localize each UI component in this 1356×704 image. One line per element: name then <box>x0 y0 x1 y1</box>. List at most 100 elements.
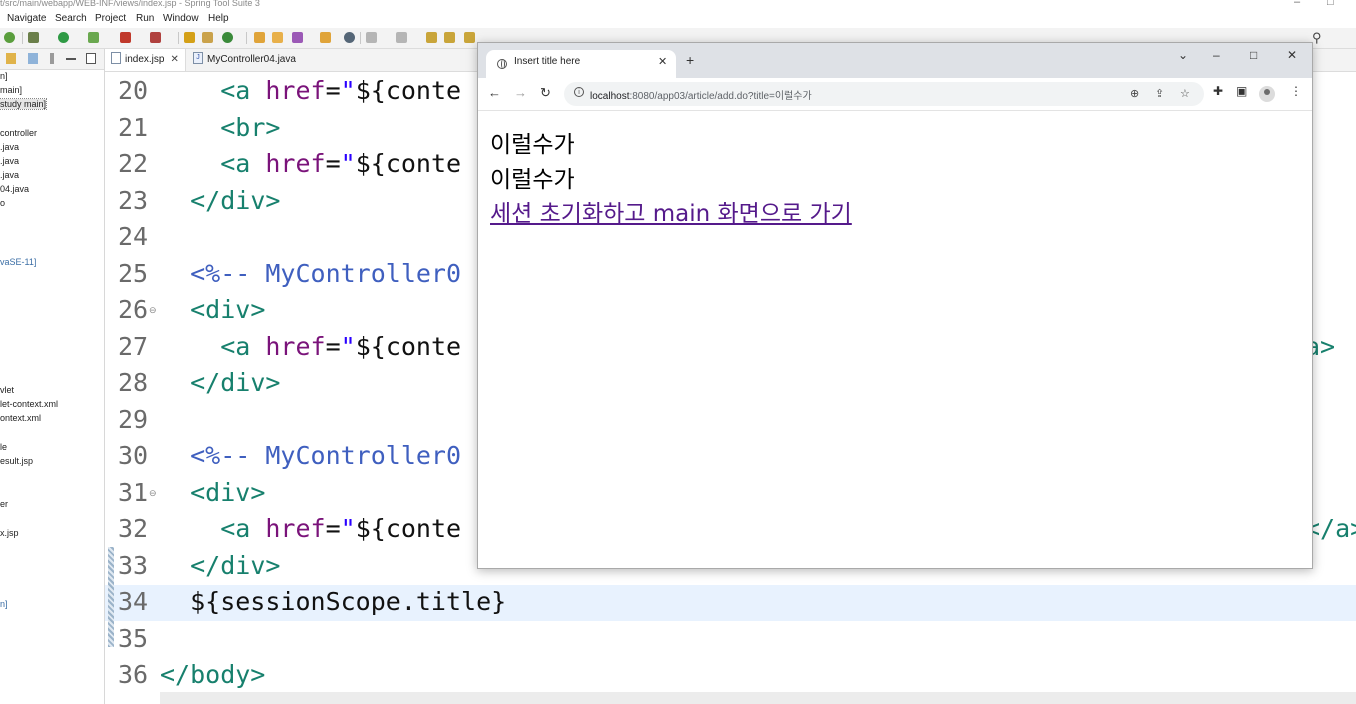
menu-window[interactable]: Window <box>163 13 199 24</box>
code-token: = <box>325 514 341 543</box>
back-history-icon[interactable] <box>426 32 437 43</box>
build-icon[interactable] <box>184 32 195 43</box>
code-line[interactable]: <%-- MyController0 <box>160 256 461 292</box>
back-arrow-icon[interactable]: ← <box>488 85 501 100</box>
view-menu-icon[interactable] <box>50 53 54 64</box>
fold-toggle-icon[interactable]: ⊖ <box>149 305 157 316</box>
profile-avatar-icon[interactable] <box>1259 86 1275 102</box>
tree-node[interactable]: o <box>0 198 5 208</box>
edit-icon[interactable] <box>292 32 303 43</box>
code-line[interactable]: </div> <box>160 183 280 219</box>
code-line[interactable]: </div> <box>160 548 280 584</box>
address-bar[interactable]: i localhost:8080/app03/article/add.do?ti… <box>564 82 1204 106</box>
forward-history-icon[interactable] <box>444 32 455 43</box>
debug-icon[interactable] <box>28 32 39 43</box>
tree-node[interactable]: esult.jsp <box>0 456 33 466</box>
menu-help[interactable]: Help <box>208 13 229 24</box>
annotation-icon[interactable] <box>366 32 377 43</box>
run-icon[interactable] <box>58 32 69 43</box>
maximize-button[interactable]: □ <box>1250 48 1257 62</box>
back-icon[interactable] <box>464 32 475 43</box>
code-line[interactable]: ${sessionScope.title} <box>160 584 506 620</box>
tree-node[interactable]: let-context.xml <box>0 399 58 409</box>
new-icon[interactable] <box>222 32 233 43</box>
tree-node[interactable]: n] <box>0 71 8 81</box>
browser-tab[interactable]: Insert title here ✕ <box>486 50 676 78</box>
next-annotation-icon[interactable] <box>396 32 407 43</box>
globe-icon[interactable] <box>344 32 355 43</box>
tree-node[interactable]: 04.java <box>0 184 29 194</box>
tree-node[interactable]: controller <box>0 128 37 138</box>
code-line[interactable]: <a href="${conte <box>160 511 461 547</box>
line-number: 25 <box>118 258 149 288</box>
code-line[interactable]: <br> <box>160 110 280 146</box>
refresh-icon[interactable] <box>4 32 15 43</box>
tab-close-icon[interactable]: ✕ <box>170 54 178 65</box>
session-title-text: 이럴수가 <box>490 167 575 193</box>
code-token: </div> <box>190 185 281 215</box>
code-line[interactable]: <%-- MyController0 <box>160 438 461 474</box>
side-panel-icon[interactable]: ▣ <box>1236 84 1247 98</box>
tree-node-selected[interactable]: study main] <box>0 98 48 110</box>
tree-node[interactable]: main] <box>0 85 22 95</box>
search-icon[interactable]: ⚲ <box>1312 30 1322 46</box>
collapse-all-icon[interactable] <box>6 53 16 64</box>
tree-node[interactable]: x.jsp <box>0 528 19 538</box>
tree-node[interactable]: ontext.xml <box>0 413 41 423</box>
folder-icon[interactable] <box>320 32 331 43</box>
code-line[interactable]: <a href="${conte <box>160 73 461 109</box>
eclipse-minimize-button[interactable]: – <box>1294 0 1300 8</box>
line-number: 28 <box>118 368 149 397</box>
tree-node[interactable]: n] <box>0 599 8 609</box>
open-folder-icon[interactable] <box>254 32 265 43</box>
code-line[interactable]: </body> <box>160 657 265 693</box>
reset-session-link[interactable]: 세션 초기화하고 main 화면으로 가기 <box>490 194 852 228</box>
run-config-icon[interactable] <box>88 32 99 43</box>
reload-icon[interactable]: ↻ <box>540 85 551 101</box>
code-token: href <box>265 331 326 361</box>
close-window-button[interactable]: ✕ <box>1287 48 1297 62</box>
tree-node[interactable]: .java <box>0 142 19 152</box>
zoom-icon[interactable]: ⊕ <box>1130 87 1139 100</box>
maximize-view-icon[interactable] <box>86 53 96 64</box>
forward-arrow-icon[interactable]: → <box>514 85 527 100</box>
code-line[interactable]: <a href="${conte <box>160 329 461 365</box>
minimize-button[interactable]: – <box>1213 48 1220 62</box>
info-icon[interactable]: i <box>574 87 584 97</box>
tree-node[interactable]: vaSE-11] <box>0 257 36 267</box>
code-line[interactable]: </div> <box>160 365 280 401</box>
minimize-view-icon[interactable] <box>66 58 76 60</box>
eclipse-maximize-button[interactable]: □ <box>1327 0 1334 8</box>
tree-node[interactable]: le <box>0 442 7 452</box>
tab-index-jsp[interactable]: index.jsp ✕ <box>105 49 186 71</box>
new-tab-button[interactable]: + <box>686 52 694 68</box>
jsp-file-icon <box>111 52 121 65</box>
tree-node[interactable]: .java <box>0 170 19 180</box>
code-line[interactable]: <div> <box>160 292 265 328</box>
code-line[interactable]: <a href="${conte <box>160 146 461 182</box>
tree-node[interactable]: .java <box>0 156 19 166</box>
menu-search[interactable]: Search <box>55 13 87 24</box>
code-token: <div> <box>190 295 266 324</box>
bookmark-star-icon[interactable]: ☆ <box>1180 87 1190 100</box>
share-icon[interactable]: ⇪ <box>1155 87 1164 100</box>
close-tab-icon[interactable]: ✕ <box>658 55 667 68</box>
server-icon[interactable] <box>150 32 161 43</box>
open-type-icon[interactable] <box>272 32 283 43</box>
more-menu-icon[interactable]: ⋮ <box>1290 84 1302 98</box>
horizontal-scrollbar[interactable] <box>160 692 1356 704</box>
menu-project[interactable]: Project <box>95 13 126 24</box>
link-editor-icon[interactable] <box>28 53 38 64</box>
fold-toggle-icon[interactable]: ⊖ <box>149 488 157 499</box>
stop-icon[interactable] <box>120 32 131 43</box>
extensions-icon[interactable]: ✚ <box>1213 84 1223 98</box>
menu-run[interactable]: Run <box>136 13 154 24</box>
chevron-down-icon[interactable]: ⌄ <box>1178 48 1188 62</box>
tab-mycontroller04-java[interactable]: J MyController04.java <box>187 49 327 71</box>
tree-node[interactable]: er <box>0 499 8 509</box>
code-line[interactable]: <div> <box>160 475 265 511</box>
tree-node[interactable]: vlet <box>0 385 14 395</box>
menu-navigate[interactable]: Navigate <box>7 13 46 24</box>
package-icon[interactable] <box>202 32 213 43</box>
